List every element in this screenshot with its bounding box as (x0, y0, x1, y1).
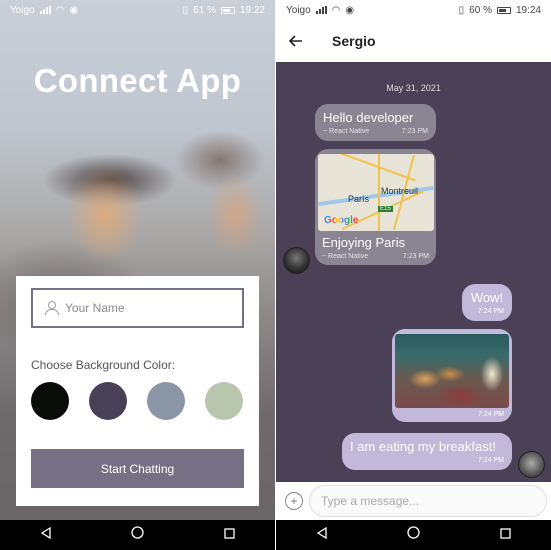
message-bubble[interactable]: Wow! 7:24 PM (462, 284, 512, 321)
message-time: 7:24 PM (477, 411, 504, 418)
map-label-e15: E15 (378, 206, 393, 212)
start-screen: Yoigo ◠ ◉ ▯ 61 % 19:22 Connect App Your … (0, 0, 275, 550)
battery-icon (496, 6, 511, 14)
color-swatch-black[interactable] (31, 382, 69, 420)
color-swatch-slate[interactable] (147, 382, 185, 420)
nav-home-icon[interactable] (131, 526, 145, 544)
status-bar: Yoigo ◠ ◉ ▯ 61 % 19:22 (0, 0, 275, 20)
message-text: I am eating my breakfast! (350, 439, 496, 454)
vibrate-icon: ▯ (458, 4, 465, 16)
contact-avatar (283, 247, 310, 274)
message-bubble[interactable]: I am eating my breakfast! 7:24 PM (342, 433, 512, 470)
chat-header: Sergio (276, 20, 551, 62)
start-chatting-button[interactable]: Start Chatting (31, 449, 244, 488)
status-bar: Yoigo ◠ ◉ ▯ 60 % 19:24 (276, 0, 551, 20)
message-time: 7:23 PM (401, 128, 428, 135)
vibrate-icon: ▯ (182, 4, 189, 16)
clock: 19:24 (515, 4, 541, 16)
wifi-icon: ◠ (55, 4, 65, 16)
date-separator: May 31, 2021 (386, 83, 441, 93)
battery-level: 61 % (193, 4, 216, 16)
message-time: 7:24 PM (477, 457, 504, 464)
message-time: 7:23 PM (402, 253, 429, 260)
wifi-icon: ◠ (331, 4, 341, 16)
message-bubble[interactable]: Hello developer ~ React Native 7:23 PM (315, 104, 436, 141)
message-composer: + Type a message... (276, 482, 551, 520)
message-time: 7:24 PM (477, 308, 504, 315)
color-swatch-green[interactable] (205, 382, 243, 420)
battery-icon (220, 6, 235, 14)
chat-screen: Yoigo ◠ ◉ ▯ 60 % 19:24 Sergio May 31, 20… (276, 0, 551, 550)
image-message-bubble[interactable]: 7:24 PM (392, 329, 512, 422)
chat-title: Sergio (332, 33, 376, 49)
message-list[interactable]: May 31, 2021 Hello developer ~ React Nat… (276, 62, 551, 482)
message-text: Hello developer (323, 110, 414, 125)
nav-home-icon[interactable] (407, 526, 421, 544)
back-arrow-icon[interactable] (276, 20, 316, 62)
nav-back-icon[interactable] (316, 526, 328, 544)
start-form-card: Your Name Choose Background Color: Start… (16, 276, 259, 506)
name-input[interactable]: Your Name (31, 288, 244, 328)
nav-recents-icon[interactable] (224, 526, 235, 544)
color-swatch-purple[interactable] (89, 382, 127, 420)
color-swatches (31, 382, 243, 420)
notification-icon: ◉ (69, 4, 79, 16)
battery-level: 60 % (469, 4, 492, 16)
notification-icon: ◉ (345, 4, 355, 16)
carrier-label: Yoigo (286, 4, 311, 16)
message-text: Wow! (470, 290, 504, 305)
carrier-label: Yoigo (10, 4, 35, 16)
map-image[interactable]: París Montreuil E15 Google (318, 154, 434, 231)
nav-back-icon[interactable] (40, 526, 52, 544)
app-title: Connect App (33, 62, 242, 99)
clock: 19:22 (239, 4, 265, 16)
location-message-bubble[interactable]: París Montreuil E15 Google Enjoying Pari… (315, 149, 436, 265)
message-sender: ~ React Native (322, 253, 369, 260)
name-input-placeholder: Your Name (65, 301, 125, 315)
map-label-montreuil: Montreuil (381, 186, 419, 196)
message-input[interactable]: Type a message... (309, 485, 547, 517)
android-nav-bar (0, 520, 275, 550)
background-color-label: Choose Background Color: (31, 358, 176, 372)
message-sender: ~ React Native (323, 128, 370, 135)
user-avatar (518, 451, 545, 478)
signal-icon (39, 6, 51, 14)
google-logo: Google (324, 215, 359, 226)
map-label-paris: París (348, 194, 370, 204)
message-text: Enjoying Paris (322, 235, 406, 250)
signal-icon (315, 6, 327, 14)
android-nav-bar (276, 520, 551, 550)
add-attachment-icon[interactable]: + (285, 492, 303, 510)
nav-recents-icon[interactable] (500, 526, 511, 544)
breakfast-photo[interactable] (395, 334, 509, 408)
person-icon (45, 301, 59, 315)
message-input-placeholder: Type a message... (321, 494, 420, 508)
